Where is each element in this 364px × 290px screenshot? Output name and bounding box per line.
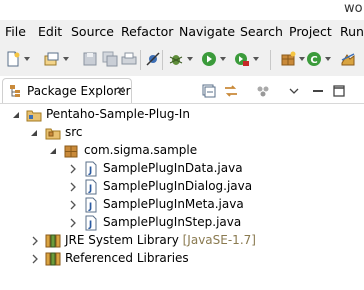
expanded-arrow-icon[interactable]	[11, 110, 21, 120]
collapsed-arrow-icon[interactable]	[68, 164, 78, 174]
java-file-icon: J	[85, 179, 97, 195]
svg-text:J: J	[88, 202, 92, 212]
package-explorer-view: Package Explorer ✕ Pentaho-Sample-Plug-I…	[0, 76, 364, 290]
package-icon	[64, 145, 78, 158]
skip-breakpoints-icon[interactable]	[145, 51, 161, 67]
new-java-class-icon[interactable]: C	[306, 51, 322, 67]
tree-item-referenced-libraries[interactable]: Referenced Libraries	[0, 250, 364, 268]
tree-item-jre-library[interactable]: JRE System Library [JavaSE-1.7]	[0, 232, 364, 250]
menu-search[interactable]: Search	[240, 24, 283, 39]
main-toolbar: C	[0, 42, 364, 77]
new-java-class-dropdown-icon[interactable]	[325, 57, 331, 61]
jre-library-label: JRE System Library [JavaSE-1.7]	[65, 233, 256, 247]
collapsed-arrow-icon[interactable]	[68, 218, 78, 228]
expanded-arrow-icon[interactable]	[48, 146, 58, 156]
new-project-icon[interactable]	[44, 51, 60, 67]
menu-navigate[interactable]: Navigate	[179, 24, 235, 39]
svg-text:J: J	[88, 184, 92, 194]
src-label: src	[65, 125, 83, 139]
save-all-icon[interactable]	[102, 51, 118, 67]
menu-run[interactable]: Run	[340, 24, 364, 39]
package-explorer-icon	[10, 85, 20, 97]
tree-item-package[interactable]: com.sigma.sample	[0, 142, 364, 160]
tree-item-src[interactable]: src	[0, 124, 364, 142]
view-header-divider	[0, 103, 364, 104]
menu-source[interactable]: Source	[71, 24, 114, 39]
view-tab-title: Package Explorer	[27, 84, 131, 98]
run-icon[interactable]	[201, 51, 217, 67]
toolbar-separator	[270, 50, 271, 70]
java-file-icon: J	[85, 215, 97, 231]
print-icon[interactable]	[121, 51, 137, 67]
menu-file[interactable]: File	[5, 24, 26, 39]
title-bar: wo	[0, 0, 364, 20]
toolbar-separator	[140, 50, 141, 70]
java-file-label: SamplePlugInDialog.java	[103, 179, 253, 193]
java-file-label: SamplePlugInStep.java	[103, 215, 242, 229]
svg-text:J: J	[88, 166, 92, 176]
jre-version-decoration: [JavaSE-1.7]	[182, 233, 256, 247]
package-explorer-tab[interactable]: Package Explorer ✕	[2, 78, 132, 103]
new-project-dropdown-icon[interactable]	[63, 57, 69, 61]
new-java-package-icon[interactable]	[280, 51, 296, 67]
collapse-all-icon[interactable]	[201, 83, 217, 99]
new-java-package-dropdown-icon[interactable]	[299, 57, 305, 61]
debug-icon[interactable]	[168, 51, 184, 67]
svg-text:J: J	[88, 220, 92, 230]
link-with-editor-icon[interactable]	[223, 83, 239, 99]
menu-bar: File Edit Source Refactor Navigate Searc…	[0, 20, 364, 42]
menu-refactor[interactable]: Refactor	[121, 24, 173, 39]
java-file-icon: J	[85, 161, 97, 177]
tree-item-java-file[interactable]: J SamplePlugInData.java	[0, 160, 364, 178]
tree-item-java-file[interactable]: J SamplePlugInMeta.java	[0, 196, 364, 214]
collapsed-arrow-icon[interactable]	[30, 254, 40, 264]
svg-text:C: C	[310, 55, 317, 66]
collapsed-arrow-icon[interactable]	[68, 182, 78, 192]
open-type-icon[interactable]	[340, 51, 356, 67]
project-label: Pentaho-Sample-Plug-In	[46, 107, 190, 121]
java-file-icon: J	[85, 197, 97, 213]
close-icon[interactable]: ✕	[116, 84, 125, 97]
library-icon	[45, 234, 61, 248]
window-title: wo	[344, 1, 363, 16]
java-project-icon	[26, 110, 42, 122]
new-dropdown-icon[interactable]	[24, 57, 30, 61]
source-folder-icon	[45, 128, 61, 140]
collapsed-arrow-icon[interactable]	[30, 236, 40, 246]
new-icon[interactable]	[5, 51, 21, 67]
expanded-arrow-icon[interactable]	[29, 128, 39, 138]
collapsed-arrow-icon[interactable]	[68, 200, 78, 210]
tree-item-project[interactable]: Pentaho-Sample-Plug-In	[0, 106, 364, 124]
package-label: com.sigma.sample	[84, 143, 198, 157]
external-tools-dropdown-icon[interactable]	[253, 57, 259, 61]
run-dropdown-icon[interactable]	[220, 57, 226, 61]
menu-project[interactable]: Project	[289, 24, 332, 39]
tree-item-java-file[interactable]: J SamplePlugInDialog.java	[0, 178, 364, 196]
minimize-icon[interactable]	[310, 83, 326, 99]
focus-icon[interactable]	[255, 83, 271, 99]
view-menu-icon[interactable]	[286, 83, 302, 99]
maximize-icon[interactable]	[331, 83, 347, 99]
toolbar-separator	[162, 50, 163, 70]
debug-dropdown-icon[interactable]	[187, 57, 193, 61]
external-tools-icon[interactable]	[234, 51, 250, 67]
save-icon[interactable]	[82, 51, 98, 67]
library-icon	[45, 252, 61, 266]
jre-library-name: JRE System Library	[65, 233, 179, 247]
java-file-label: SamplePlugInMeta.java	[103, 197, 244, 211]
referenced-libraries-label: Referenced Libraries	[65, 251, 189, 265]
tree-item-java-file[interactable]: J SamplePlugInStep.java	[0, 214, 364, 232]
menu-edit[interactable]: Edit	[38, 24, 62, 39]
java-file-label: SamplePlugInData.java	[103, 161, 243, 175]
